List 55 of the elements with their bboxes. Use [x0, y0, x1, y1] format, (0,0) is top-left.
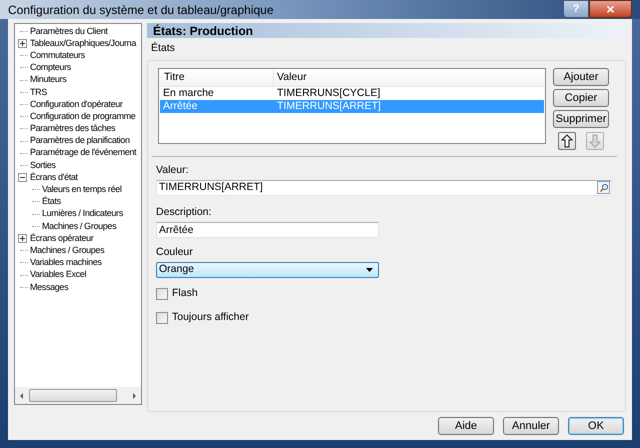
checkbox-label: Toujours afficher: [172, 310, 249, 325]
tree-item[interactable]: Paramétrage de l'événement: [30, 146, 136, 160]
dialog-button[interactable]: Aide: [438, 417, 494, 435]
tree-item[interactable]: Machines / Groupes: [42, 220, 116, 234]
group-label: États: [151, 42, 175, 54]
tree-item[interactable]: Sorties: [30, 158, 56, 172]
field-label: Description:: [156, 204, 212, 220]
tree-item[interactable]: Machines / Groupes: [30, 244, 104, 258]
tree-item[interactable]: Valeurs en temps réel: [42, 183, 122, 197]
dialog-button[interactable]: OK: [568, 417, 624, 435]
checkbox[interactable]: [156, 288, 168, 300]
expand-icon[interactable]: [18, 39, 27, 48]
section-header: États: Production: [147, 23, 626, 38]
window-title: Configuration du système et du tableau/graphique: [8, 2, 275, 19]
tree-item[interactable]: États: [42, 195, 61, 209]
table-cell-text: TIMERRUNS[CYCLE]: [276, 86, 380, 101]
tree-item[interactable]: Paramètres des tâches: [30, 122, 116, 136]
column-header[interactable]: Valeur: [274, 70, 544, 86]
tree-item[interactable]: Variables Excel: [30, 268, 86, 282]
color-dropdown[interactable]: Orange: [156, 262, 379, 278]
tree-item[interactable]: Configuration d'opérateur: [30, 98, 123, 112]
dialog-button[interactable]: Copier: [553, 89, 609, 107]
horizontal-scrollbar[interactable]: [15, 387, 141, 404]
table-cell-text: En marche: [162, 86, 215, 101]
table-cell-text: Arrêtée: [162, 98, 198, 114]
checkbox-label: Flash: [172, 286, 198, 302]
table-row[interactable]: En marche TIMERRUNS[CYCLE]: [160, 87, 544, 100]
field-label: Couleur: [156, 244, 194, 260]
tree-item[interactable]: Variables machines: [30, 256, 102, 270]
tree-item[interactable]: Tableaux/Graphiques/Journa: [30, 36, 136, 50]
search-icon[interactable]: [597, 181, 610, 194]
tree-item[interactable]: Configuration de programme: [30, 110, 136, 124]
tree-item[interactable]: Paramètres de planification: [30, 134, 130, 148]
dialog-button[interactable]: Ajouter: [553, 68, 609, 86]
column-header[interactable]: Titre: [160, 70, 274, 86]
checkbox[interactable]: [156, 312, 168, 324]
expand-icon[interactable]: [18, 234, 27, 244]
field-label: Valeur:: [156, 163, 190, 178]
move-up-button[interactable]: [558, 132, 576, 150]
tree-item[interactable]: Paramètres du Client: [30, 24, 108, 38]
tree-item[interactable]: Minuteurs: [30, 73, 66, 87]
caret-icon: [366, 268, 373, 272]
tree-item[interactable]: Écrans d'état: [30, 170, 78, 184]
value-field[interactable]: TIMERRUNS[ARRET]: [156, 180, 612, 196]
dialog-button[interactable]: Annuler: [503, 417, 559, 435]
tree-item[interactable]: Messages: [30, 280, 68, 294]
dialog-button[interactable]: Supprimer: [553, 110, 609, 128]
tree-item[interactable]: TRS: [30, 86, 47, 100]
tree-item[interactable]: Compteurs: [30, 61, 71, 75]
tree-item[interactable]: Commutateurs: [30, 48, 85, 62]
collapse-icon[interactable]: [18, 173, 27, 182]
table-cell-text: TIMERRUNS[ARRET]: [276, 98, 381, 114]
tree-item[interactable]: Écrans opérateur: [30, 232, 94, 246]
tree-item[interactable]: Lumières / Indicateurs: [42, 207, 123, 221]
description-field[interactable]: Arrêtée: [156, 222, 379, 238]
